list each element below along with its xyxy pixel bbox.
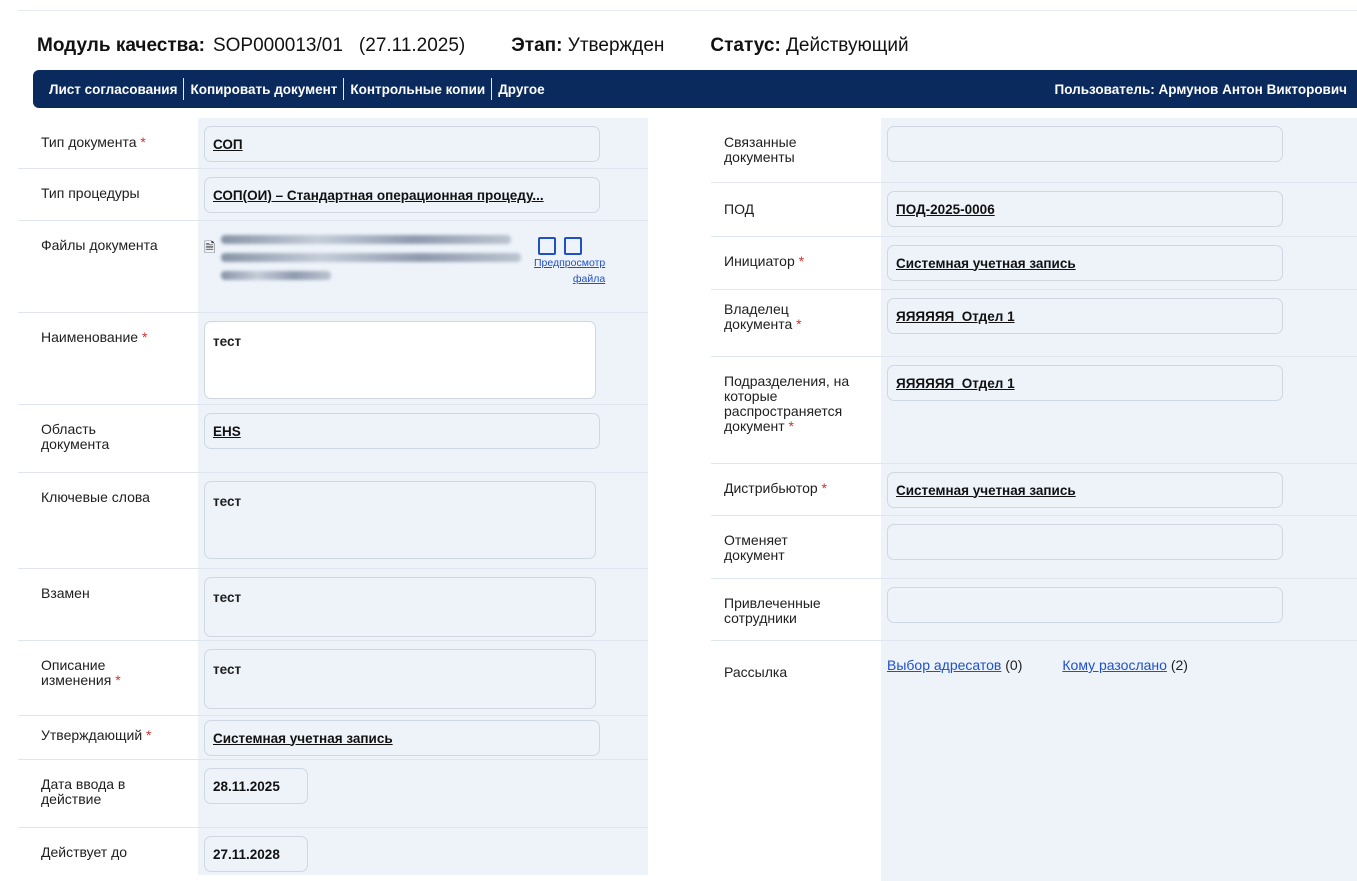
involved-field[interactable]: [887, 587, 1283, 623]
row-owner: Владелец документа * ЯЯЯЯЯЯ_Отдел 1: [711, 289, 1357, 356]
sent-to-link[interactable]: Кому разослано: [1062, 657, 1167, 673]
keywords-label: Ключевые слова: [18, 473, 198, 568]
required-mark: *: [141, 329, 148, 345]
proc-type-field[interactable]: СОП(ОИ) – Стандартная операционная проце…: [204, 177, 600, 213]
left-form-column: Тип документа * СОП Тип процедуры СОП(ОИ…: [18, 118, 648, 875]
initiator-field[interactable]: Системная учетная запись: [887, 245, 1283, 281]
valid-until-field[interactable]: 27.11.2028: [204, 836, 308, 872]
required-mark: *: [821, 480, 827, 496]
file-attachment: 🗎 Предпросмотр файла: [204, 229, 644, 305]
approval-sheet-button[interactable]: Лист согласования: [49, 82, 177, 97]
module-label: Модуль качества:: [37, 35, 205, 56]
row-mailing: Рассылка Выбор адресатов (0) Кому разосла…: [711, 640, 1357, 881]
related-label: Связанные: [724, 134, 797, 150]
row-cancels: Отменяет документ: [711, 515, 1357, 578]
name-label: Наименование: [41, 329, 139, 345]
cancels-label: Отменяет: [724, 532, 788, 548]
row-distributor: Дистрибьютор * Системная учетная запись: [711, 463, 1357, 515]
distributor-label: Дистрибьютор: [724, 480, 818, 496]
change-desc-label: Описание: [41, 657, 106, 673]
action-toolbar: Лист согласования Копировать документ Ко…: [33, 70, 1357, 108]
row-effective-date: Дата ввода в действие 28.11.2025: [18, 759, 648, 827]
row-name: Наименование * тест: [18, 312, 648, 404]
approver-label: Утверждающий: [41, 727, 143, 743]
module-number: SOP000013/01: [212, 35, 343, 56]
pod-field[interactable]: ПОД-2025-0006: [887, 191, 1283, 227]
file-icon: 🗎: [204, 239, 216, 255]
effective-date-label: Дата ввода в: [41, 776, 126, 792]
row-proc-type: Тип процедуры СОП(ОИ) – Стандартная опер…: [18, 168, 648, 220]
row-doc-type: Тип документа * СОП: [18, 118, 648, 168]
change-desc-textarea[interactable]: тест: [204, 649, 596, 709]
status-label: Статус:: [710, 35, 781, 56]
proc-type-label: Тип процедуры: [18, 169, 198, 220]
keywords-textarea[interactable]: тест: [204, 481, 596, 559]
area-field[interactable]: EHS: [204, 413, 600, 449]
file-preview-icon[interactable]: [564, 237, 582, 255]
module-date: (27.11.2025): [358, 35, 466, 56]
toolbar-separator: [343, 78, 345, 100]
required-mark: *: [146, 727, 152, 743]
row-keywords: Ключевые слова тест: [18, 472, 648, 568]
divisions-field[interactable]: ЯЯЯЯЯЯ_Отдел 1: [887, 365, 1283, 401]
row-instead: Взамен тест: [18, 568, 648, 640]
copy-document-button[interactable]: Копировать документ: [190, 82, 337, 97]
toolbar-separator: [183, 78, 185, 100]
required-mark: *: [788, 418, 794, 434]
doc-type-label: Тип документа: [41, 134, 137, 150]
row-change-desc: Описание изменения * тест: [18, 640, 648, 715]
area-label: Область: [41, 421, 96, 437]
mailing-links: Выбор адресатов (0) Кому разослано (2): [887, 657, 1188, 673]
name-textarea[interactable]: тест: [204, 321, 596, 399]
mailing-label: Рассылка: [711, 641, 881, 881]
pod-label: ПОД: [711, 183, 881, 236]
row-initiator: Инициатор * Системная учетная запись: [711, 236, 1357, 289]
distributor-field[interactable]: Системная учетная запись: [887, 472, 1283, 508]
top-divider: [18, 10, 1357, 11]
owner-field[interactable]: ЯЯЯЯЯЯ_Отдел 1: [887, 298, 1283, 334]
approver-field[interactable]: Системная учетная запись: [204, 720, 600, 756]
status-value: Действующий: [786, 35, 909, 56]
doc-type-field[interactable]: СОП: [204, 126, 600, 162]
row-files: Файлы документа 🗎 Предпросмотр файла: [18, 220, 648, 312]
instead-label: Взамен: [18, 569, 198, 640]
stage-label: Этап:: [511, 35, 563, 56]
file-preview-link[interactable]: Предпросмотр файла: [534, 255, 605, 287]
instead-textarea[interactable]: тест: [204, 577, 596, 637]
row-area: Область документа EHS: [18, 404, 648, 472]
row-pod: ПОД ПОД-2025-0006: [711, 182, 1357, 236]
file-info-icon[interactable]: [538, 237, 556, 255]
stage-value: Утвержден: [567, 35, 665, 56]
current-user: Пользователь: Армунов Антон Викторович: [1054, 81, 1347, 97]
involved-label: Привлеченные: [724, 595, 821, 611]
row-divisions: Подразделения, на которые распространяет…: [711, 356, 1357, 463]
cancels-field[interactable]: [887, 524, 1283, 560]
row-involved: Привлеченные сотрудники: [711, 578, 1357, 640]
required-mark: *: [796, 316, 802, 332]
toolbar-separator: [491, 78, 493, 100]
initiator-label: Инициатор: [724, 253, 795, 269]
divisions-label: Подразделения, на: [724, 373, 850, 389]
owner-label: Владелец: [724, 301, 789, 317]
page-header: Модуль качества: SOP000013/01 (27.11.202…: [37, 35, 909, 57]
required-mark: *: [140, 134, 146, 150]
required-mark: *: [798, 253, 805, 269]
right-form-column: Связанные документы ПОД ПОД-2025-0006 Ини…: [711, 118, 1357, 881]
effective-date-field[interactable]: 28.11.2025: [204, 768, 308, 804]
files-label: Файлы документа: [18, 221, 198, 312]
row-valid-until: Действует до 27.11.2028: [18, 827, 648, 875]
control-copies-button[interactable]: Контрольные копии: [350, 82, 485, 97]
blurred-file-name[interactable]: [221, 235, 522, 289]
other-button[interactable]: Другое: [498, 82, 544, 97]
row-approver: Утверждающий * Системная учетная запись: [18, 715, 648, 759]
choose-recipients-link[interactable]: Выбор адресатов: [887, 657, 1001, 673]
required-mark: *: [115, 672, 121, 688]
related-field[interactable]: [887, 126, 1283, 162]
valid-until-label: Действует до: [18, 828, 198, 875]
row-related: Связанные документы: [711, 118, 1357, 182]
